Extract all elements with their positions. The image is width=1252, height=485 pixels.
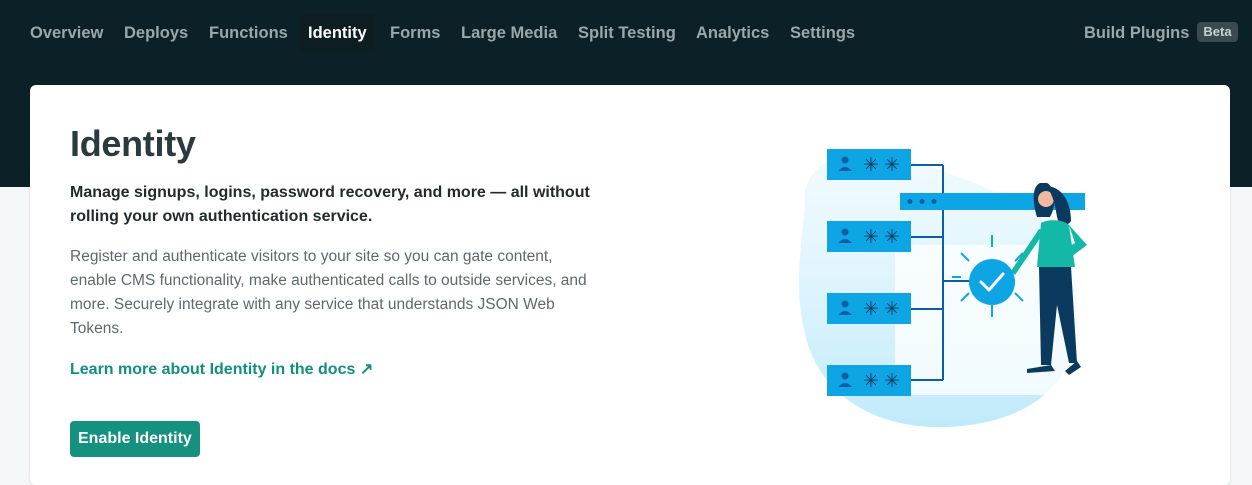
lead-text: Manage signups, logins, password recover… bbox=[70, 184, 590, 225]
asterisk-icon: ✳ bbox=[884, 226, 900, 248]
tab-large-media[interactable]: Large Media bbox=[461, 14, 557, 52]
asterisk-icon: ✳ bbox=[884, 298, 900, 320]
site-nav: Overview Deploys Functions Identity Form… bbox=[0, 0, 1252, 66]
credential-row-3: ✳ ✳ bbox=[827, 293, 911, 324]
tab-forms[interactable]: Forms bbox=[390, 14, 440, 52]
tab-deploys[interactable]: Deploys bbox=[124, 14, 188, 52]
enable-identity-button[interactable]: Enable Identity bbox=[70, 421, 200, 457]
asterisk-icon: ✳ bbox=[884, 154, 900, 176]
credential-row-2: ✳ ✳ bbox=[827, 221, 911, 252]
asterisk-icon: ✳ bbox=[863, 226, 879, 248]
credential-row-1: ✳ ✳ bbox=[827, 149, 911, 180]
tab-functions[interactable]: Functions bbox=[209, 14, 288, 52]
build-plugins-label: Build Plugins bbox=[1084, 24, 1190, 42]
checkmark-badge bbox=[969, 259, 1015, 305]
asterisk-icon: ✳ bbox=[863, 154, 879, 176]
description-text: Register and authenticate visitors to yo… bbox=[70, 248, 587, 337]
docs-link[interactable]: Learn more about Identity in the docs ↗ bbox=[70, 359, 373, 379]
beta-badge: Beta bbox=[1197, 21, 1238, 42]
credential-row-4: ✳ ✳ bbox=[827, 365, 911, 396]
tab-settings[interactable]: Settings bbox=[790, 14, 855, 52]
asterisk-icon: ✳ bbox=[863, 298, 879, 320]
tab-identity[interactable]: Identity bbox=[300, 14, 375, 52]
page-title: Identity bbox=[70, 123, 196, 164]
tab-build-plugins[interactable]: Build Plugins Beta bbox=[1084, 14, 1238, 52]
tab-split-testing[interactable]: Split Testing bbox=[578, 14, 676, 52]
identity-card: Identity Manage signups, logins, passwor… bbox=[30, 85, 1230, 485]
identity-illustration: ✳ ✳ ✳ ✳ ✳ ✳ ✳ ✳ bbox=[799, 149, 1095, 428]
asterisk-icon: ✳ bbox=[863, 370, 879, 392]
tab-overview[interactable]: Overview bbox=[30, 14, 103, 52]
tab-analytics[interactable]: Analytics bbox=[696, 14, 769, 52]
asterisk-icon: ✳ bbox=[884, 370, 900, 392]
